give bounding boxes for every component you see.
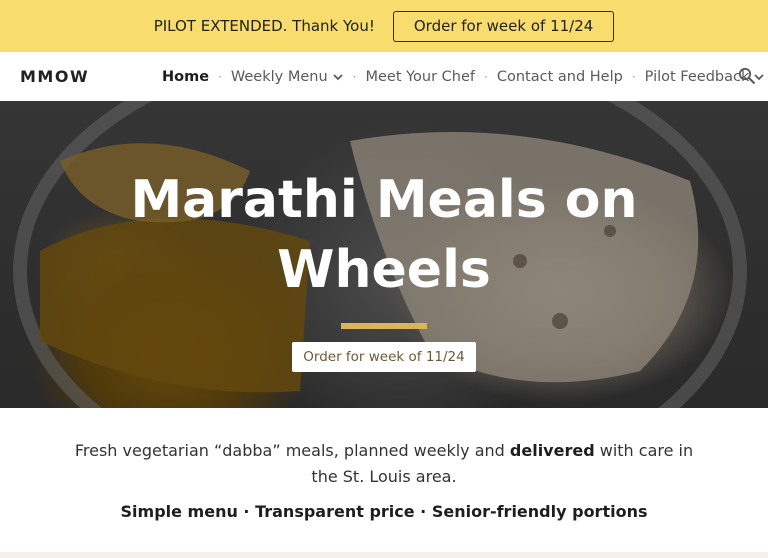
nav-item-home[interactable]: Home xyxy=(162,69,209,85)
hero-content: Marathi Meals on Wheels Order for week o… xyxy=(0,101,768,408)
banner-text: PILOT EXTENDED. Thank You! xyxy=(153,17,375,35)
nav-item-weekly-menu[interactable]: Weekly Menu xyxy=(231,69,344,85)
search-icon[interactable] xyxy=(738,67,756,85)
intro-text-bold: delivered xyxy=(509,441,595,460)
nav-separator: · xyxy=(218,69,222,84)
intro-text-start: Fresh vegetarian “dabba” meals, planned … xyxy=(74,441,510,460)
nav-separator: · xyxy=(631,69,636,84)
tagline: Simple menu · Transparent price · Senior… xyxy=(120,502,648,521)
section-divider xyxy=(0,552,768,558)
intro-section: Fresh vegetarian “dabba” meals, planned … xyxy=(0,408,768,521)
nav-item-label: Pilot Feedback xyxy=(644,68,750,85)
announcement-banner: PILOT EXTENDED. Thank You! Order for wee… xyxy=(0,0,768,52)
nav-item-contact-and-help[interactable]: Contact and Help xyxy=(497,69,623,85)
top-nav: MMOW Home · Weekly Menu · Meet Your Chef… xyxy=(0,52,768,101)
nav-separator: · xyxy=(352,69,357,84)
intro-text: Fresh vegetarian “dabba” meals, planned … xyxy=(64,438,704,490)
chevron-down-icon[interactable] xyxy=(332,71,344,83)
nav-item-label: Home xyxy=(162,68,210,85)
hero-order-button[interactable]: Order for week of 11/24 xyxy=(292,342,476,372)
banner-order-button[interactable]: Order for week of 11/24 xyxy=(392,10,615,42)
nav-separator: · xyxy=(484,69,488,84)
nav-item-label: Weekly Menu xyxy=(230,68,328,85)
hero-title: Marathi Meals on Wheels xyxy=(130,170,638,300)
site-logo[interactable]: MMOW xyxy=(20,67,89,86)
hero-accent-bar xyxy=(341,323,427,329)
nav-item-meet-your-chef[interactable]: Meet Your Chef xyxy=(365,69,475,85)
nav-item-label: Meet Your Chef xyxy=(365,68,476,85)
nav-item-label: Contact and Help xyxy=(496,68,623,85)
nav-menu: Home · Weekly Menu · Meet Your Chef · Co… xyxy=(162,52,765,101)
hero-section: Marathi Meals on Wheels Order for week o… xyxy=(0,101,768,408)
